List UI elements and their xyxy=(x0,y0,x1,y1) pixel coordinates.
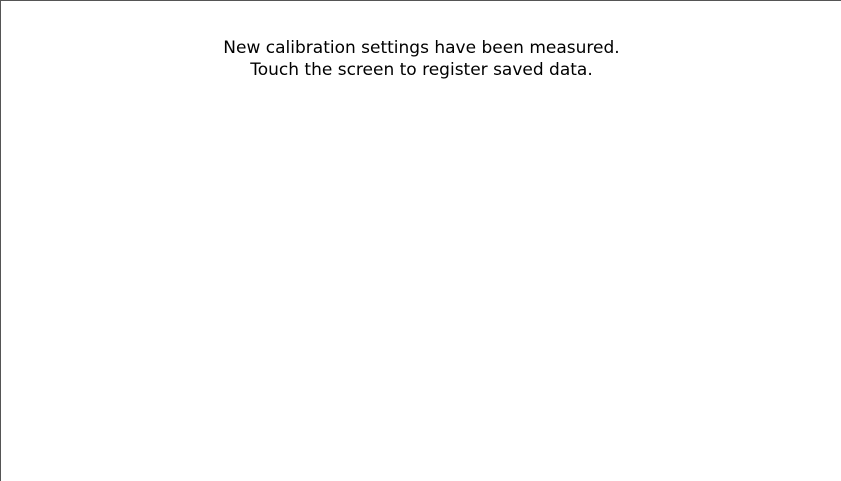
calibration-message-line-1: New calibration settings have been measu… xyxy=(223,38,620,58)
calibration-touch-screen[interactable]: New calibration settings have been measu… xyxy=(0,0,841,481)
calibration-message: New calibration settings have been measu… xyxy=(1,37,841,81)
calibration-message-line-2: Touch the screen to register saved data. xyxy=(250,60,593,80)
